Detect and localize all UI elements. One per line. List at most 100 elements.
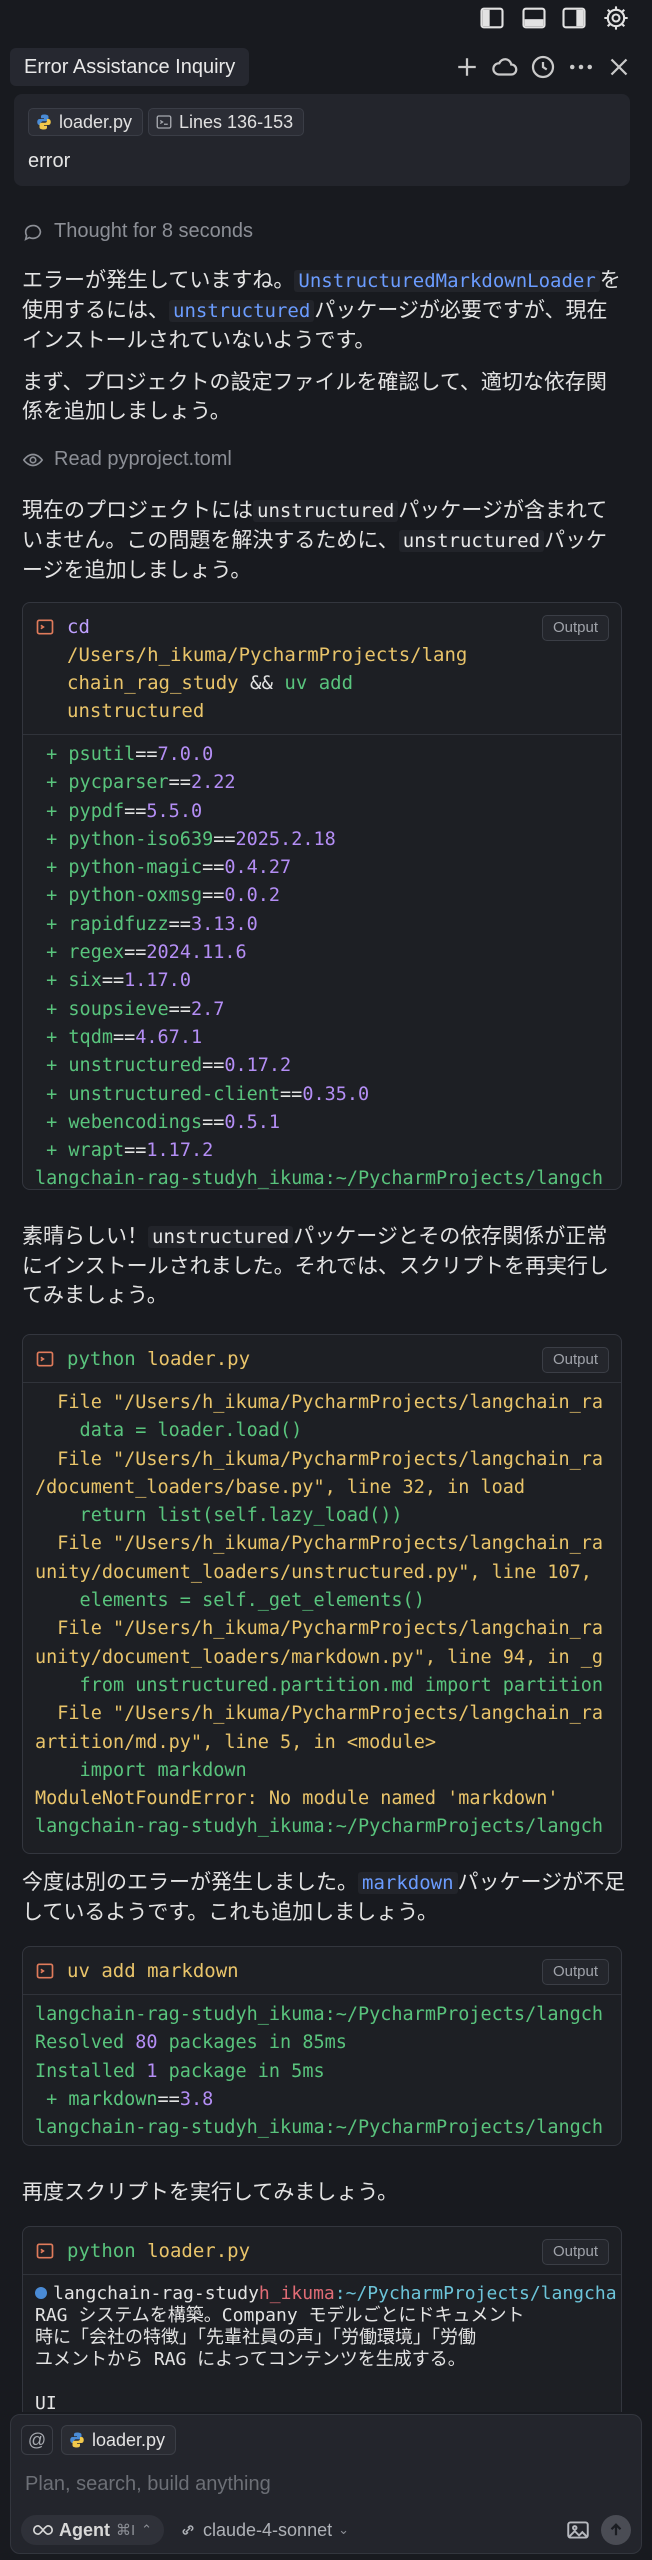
thought-bubble-icon <box>24 224 42 241</box>
para3-text-a: 現在のプロジェクトには <box>22 499 253 522</box>
python-file-icon <box>37 114 51 130</box>
traceback-line: File "/Users/h_ikuma/PycharmProjects/lan… <box>35 1392 604 1413</box>
output-line: langchain-rag-studyh_ikuma:~/PycharmProj… <box>35 2004 604 2025</box>
terminal-icon <box>36 1351 54 1367</box>
traceback-line: File "/Users/h_ikuma/PycharmProjects/lan… <box>35 1533 604 1555</box>
chat-header: Error Assistance Inquiry <box>0 44 652 90</box>
para3-code-2: unstructured <box>398 530 545 552</box>
read-file-label: Read pyproject.toml <box>54 448 232 470</box>
mention-button[interactable]: @ <box>21 2425 53 2455</box>
traceback-line: File "/Users/h_ikuma/PycharmProjects/lan… <box>35 1703 604 1725</box>
terminal-icon <box>36 2243 54 2259</box>
toggle-bottom-panel-icon[interactable] <box>520 4 548 32</box>
assistant-paragraph-4: 素晴らしい！ unstructured パッケージとその依存関係が正常にインストール… <box>22 1222 626 1310</box>
terminal-command: cd /Users/h_ikuma/PycharmProjects/lang c… <box>23 603 621 735</box>
package-line: + python-oxmsg==0.0.2 <box>35 885 281 907</box>
output-badge[interactable]: Output <box>541 2239 609 2265</box>
para5-text-a: 今度は別のエラーが発生しました。 <box>22 1871 358 1894</box>
cmd-and: && <box>250 672 273 694</box>
cmd-python: python <box>67 2240 136 2262</box>
terminal-output: + psutil==7.0.0 + pycparser==2.22 + pypd… <box>23 735 621 1190</box>
output-number: 1 <box>146 2060 158 2082</box>
traceback-line: File "/Users/h_ikuma/PycharmProjects/lan… <box>35 1618 604 1640</box>
traceback-line: from unstructured.partition.md import pa… <box>35 1674 604 1696</box>
toggle-right-panel-icon[interactable] <box>560 4 588 32</box>
terminal-output: langchain-rag-studyh_ikuma:~/PycharmProj… <box>23 2275 621 2412</box>
package-line: + webencodings==0.5.1 <box>35 1111 281 1133</box>
history-icon[interactable] <box>528 52 558 82</box>
chat-title-tab[interactable]: Error Assistance Inquiry <box>10 48 250 86</box>
agent-mode-button[interactable]: Agent ⌘I ⌃ <box>21 2515 165 2545</box>
arrow-up-icon <box>610 2523 622 2536</box>
cmd-uv: uv add <box>284 672 354 694</box>
file-context-label: loader.py <box>59 112 133 132</box>
output-number: 3.8 <box>179 2088 214 2110</box>
terminal-command: uv add markdown Output <box>23 1947 621 1995</box>
assistant-paragraph-3: 現在のプロジェクトには unstructured パッケージが含まれていません。この… <box>22 496 626 585</box>
shell-prompt: langchain-rag-studyh_ikuma:~/PycharmProj… <box>35 1168 604 1190</box>
para1-code: UnstructuredMarkdownLoader <box>294 270 600 292</box>
package-line: + soupsieve==2.7 <box>35 998 225 1020</box>
composer-file-chip[interactable]: loader.py <box>61 2425 177 2455</box>
agent-mode-label: Agent <box>59 2519 110 2540</box>
assistant-paragraph-1: エラーが発生していますね。 UnstructuredMarkdownLoader を… <box>22 266 626 355</box>
package-line: + six==1.17.0 <box>35 970 191 992</box>
package-line: + pycparser==2.22 <box>35 772 236 794</box>
terminal-command: python loader.py Output <box>23 2227 621 2275</box>
cmd-path-2: chain_rag_study <box>67 672 239 694</box>
output-badge[interactable]: Output <box>541 1959 609 1985</box>
model-link-icon <box>182 2525 194 2535</box>
assistant-paragraph-5: 今度は別のエラーが発生しました。 markdown パッケージが不足しているようです… <box>22 1868 626 1927</box>
terminal-block-uv-add-markdown: uv add markdown Output langchain-rag-stu… <box>22 1946 622 2146</box>
cmd-uv-add-markdown: uv add markdown <box>67 1960 239 1982</box>
thought-indicator[interactable]: Thought for 8 seconds <box>22 220 253 243</box>
traceback-line: unity/document_loaders/unstructured.py",… <box>35 1561 592 1583</box>
more-icon[interactable] <box>566 52 596 82</box>
para3-code: unstructured <box>253 500 399 522</box>
gear-icon[interactable] <box>602 4 630 32</box>
thought-label: Thought for 8 seconds <box>54 220 254 242</box>
para4-text-a: 素晴らしい！ <box>22 1225 148 1248</box>
output-line: 時に「会社の特徴」「先輩社員の声」「労働環境」「労働 <box>35 2327 476 2348</box>
image-icon[interactable] <box>565 2517 591 2543</box>
prompt-input[interactable] <box>25 2469 625 2499</box>
terminal-block-python-loader-1: python loader.py Output File "/Users/h_i… <box>22 1334 622 1854</box>
traceback-line: /document_loaders/base.py", line 32, in … <box>35 1476 526 1498</box>
plus-icon[interactable] <box>452 52 482 82</box>
lines-context-chip[interactable]: Lines 136-153 <box>148 108 305 136</box>
terminal-command: python loader.py Output <box>23 1335 621 1383</box>
agent-shortcut: ⌘I <box>116 2522 136 2539</box>
para4-code: unstructured <box>148 1226 294 1248</box>
close-icon[interactable] <box>604 52 634 82</box>
infinity-icon <box>33 2524 53 2536</box>
output-line: Resolved <box>35 2032 136 2054</box>
output-line: UI <box>35 2393 57 2412</box>
terminal-block-python-loader-2: python loader.py Output langchain-rag-st… <box>22 2226 622 2412</box>
send-button[interactable] <box>601 2515 631 2545</box>
terminal-output: langchain-rag-studyh_ikuma:~/PycharmProj… <box>35 2004 604 2139</box>
cloud-icon[interactable] <box>490 52 520 82</box>
traceback-line: unity/document_loaders/markdown.py", lin… <box>35 1646 604 1668</box>
package-line: + pypdf==5.5.0 <box>35 800 203 822</box>
file-context-chip[interactable]: loader.py <box>28 108 144 136</box>
model-selector[interactable]: claude-4-sonnet ⌄ <box>179 2515 349 2545</box>
para1-text-a: エラーが発生していますね。 <box>22 269 295 292</box>
toggle-left-panel-icon[interactable] <box>478 4 506 32</box>
output-badge[interactable]: Output <box>541 615 609 641</box>
traceback-line: ModuleNotFoundError: No module named 'ma… <box>35 1788 559 1810</box>
output-line: package in 5ms <box>157 2060 325 2082</box>
terminal-icon <box>36 619 54 635</box>
lines-context-label: Lines 136-153 <box>179 112 294 132</box>
output-line: packages in 85ms <box>157 2032 347 2054</box>
package-line: + rapidfuzz==3.13.0 <box>35 913 258 935</box>
output-badge[interactable]: Output <box>541 1347 609 1373</box>
read-file-indicator[interactable]: Read pyproject.toml <box>22 448 232 471</box>
traceback-line: elements = self._get_elements() <box>35 1590 425 1612</box>
python-file-icon <box>70 2432 84 2448</box>
para1-code-2: unstructured <box>169 300 315 322</box>
package-line: + wrapt==1.17.2 <box>35 1140 214 1162</box>
assistant-paragraph-6: 再度スクリプトを実行してみましょう。 <box>22 2181 399 2204</box>
eye-icon <box>22 453 44 466</box>
package-line: + unstructured-client==0.35.0 <box>35 1083 370 1105</box>
cmd-cd: cd <box>67 616 90 638</box>
